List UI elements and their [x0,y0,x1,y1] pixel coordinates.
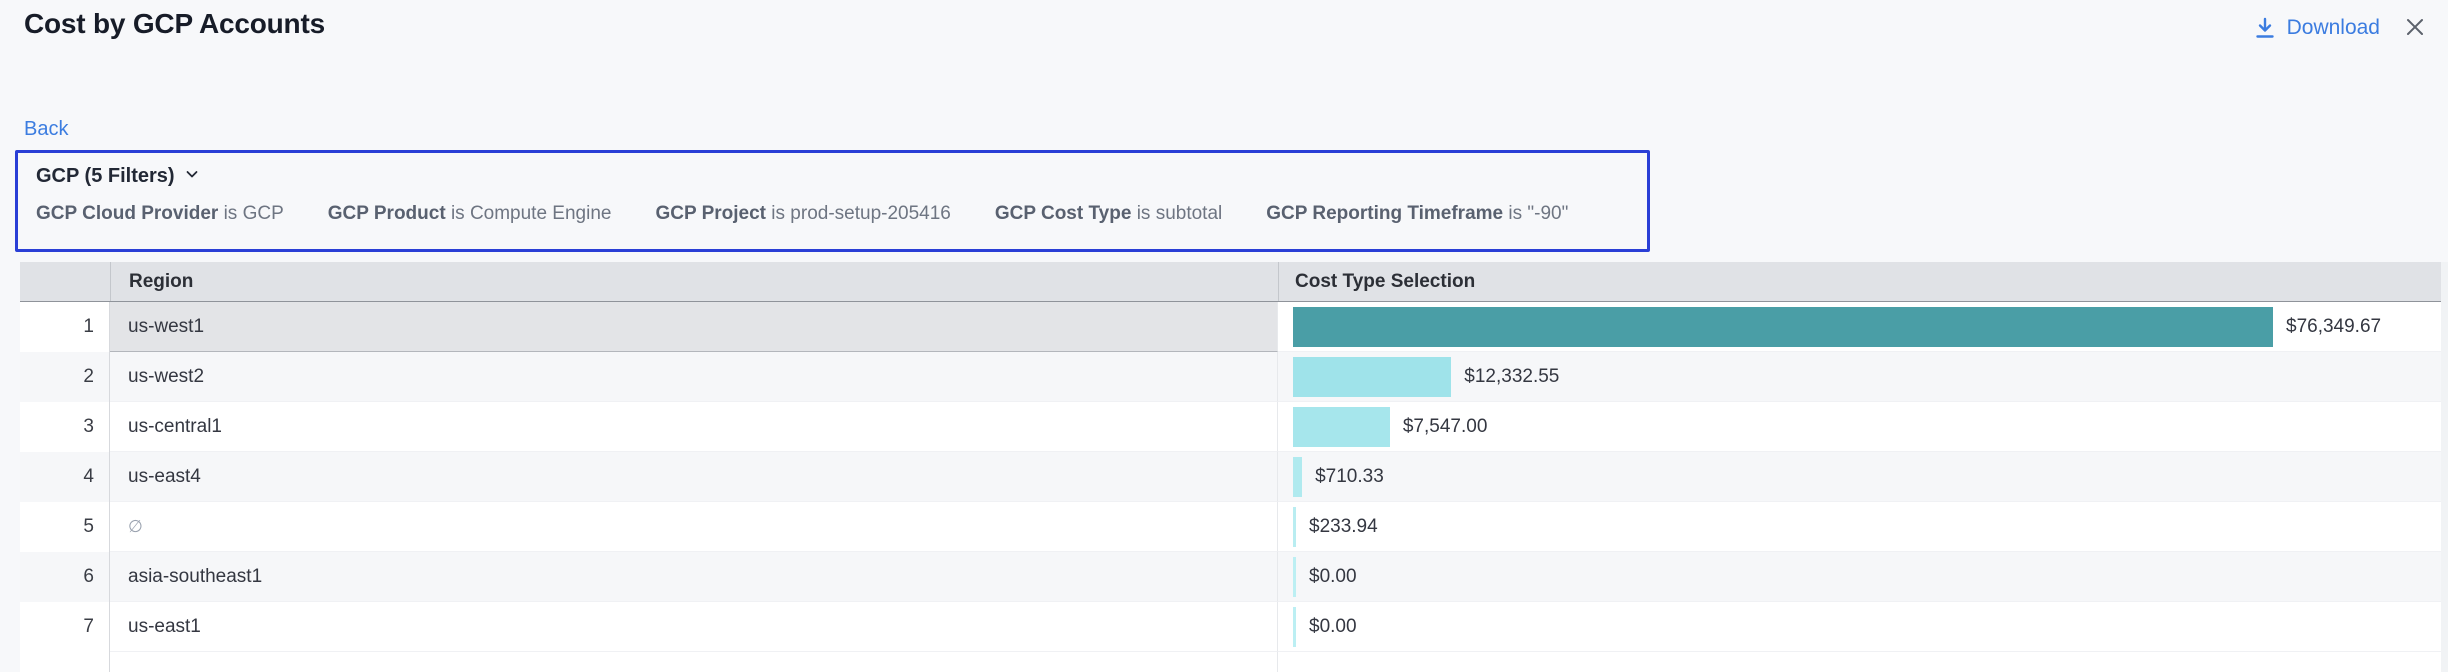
region-cell[interactable]: us-east4 [110,452,1278,502]
row-number-cell: 2 [20,352,110,402]
cost-bar-cell: $0.00 [1278,552,2448,602]
table-partial-row [20,652,2448,672]
cost-bar-cell: $710.33 [1278,452,2448,502]
table-row[interactable]: 5 ∅ $233.94 [20,502,2448,552]
filter-condition-item[interactable]: GCP Product is Compute Engine [328,203,612,225]
cost-bar[interactable] [1293,357,1451,397]
cost-bar[interactable] [1293,557,1296,597]
table-row[interactable]: 1 us-west1 $76,349.67 [20,302,2448,352]
table-row[interactable]: 3 us-central1 $7,547.00 [20,402,2448,452]
filter-field-condition: is subtotal [1137,203,1223,224]
cost-bar-cell: $0.00 [1278,602,2448,652]
filter-field-condition: is "-90" [1508,203,1568,224]
filter-summary-label: GCP (5 Filters) [36,165,175,188]
page-title: Cost by GCP Accounts [24,8,325,40]
cost-value-label: $7,547.00 [1403,416,1488,438]
filter-field-condition: is GCP [224,203,284,224]
row-number-cell: 1 [20,302,110,352]
cost-bar[interactable] [1293,407,1390,447]
region-cell[interactable]: us-west1 [110,302,1278,352]
filter-condition-item[interactable]: GCP Cloud Provider is GCP [36,203,284,225]
region-cell[interactable]: us-east1 [110,602,1278,652]
cost-bar-cell: $12,332.55 [1278,352,2448,402]
cost-bar-cell: $7,547.00 [1278,402,2448,452]
cost-bar-cell: $76,349.67 [1278,302,2448,352]
table-row[interactable]: 6 asia-southeast1 $0.00 [20,552,2448,602]
cost-by-gcp-accounts-panel: { "header": { "title": "Cost by GCP Acco… [0,0,2448,672]
close-button[interactable] [2400,14,2430,44]
download-button[interactable]: Download [2253,16,2380,40]
filter-field-condition: is prod-setup-205416 [771,203,951,224]
cost-value-label: $0.00 [1309,566,1357,588]
filter-field-name: GCP Project [655,203,766,224]
filter-field-name: GCP Cost Type [995,203,1132,224]
vertical-scrollbar-track[interactable] [2441,262,2448,672]
row-number-cell: 5 [20,502,110,552]
region-cell[interactable]: us-central1 [110,402,1278,452]
region-column-header[interactable]: Region [110,262,1278,301]
cost-value-label: $76,349.67 [2286,316,2381,338]
row-number-cell: 6 [20,552,110,602]
cost-value-label: $233.94 [1309,516,1378,538]
row-number-cell: 3 [20,402,110,452]
cost-bar[interactable] [1293,457,1302,497]
region-cell[interactable]: asia-southeast1 [110,552,1278,602]
filter-condition-item[interactable]: GCP Cost Type is subtotal [995,203,1222,225]
chevron-down-icon [184,165,200,188]
close-icon [2403,15,2427,44]
table-row[interactable]: 7 us-east1 $0.00 [20,602,2448,652]
table-row[interactable]: 2 us-west2 $12,332.55 [20,352,2448,402]
table-body: 1 us-west1 $76,349.67 2 us-west2 $12,332… [20,302,2448,652]
row-number-cell: 4 [20,452,110,502]
table-header-row: Region Cost Type Selection [20,262,2448,302]
download-label: Download [2287,16,2380,40]
filter-field-name: GCP Product [328,203,446,224]
row-number-cell: 7 [20,602,110,652]
cost-bar[interactable] [1293,307,2273,347]
filter-field-name: GCP Reporting Timeframe [1266,203,1503,224]
cost-type-selection-column-header[interactable]: Cost Type Selection [1278,262,2448,301]
filter-conditions: GCP Cloud Provider is GCP GCP Product is… [36,203,1629,225]
region-cell[interactable]: ∅ [110,502,1278,552]
table-row[interactable]: 4 us-east4 $710.33 [20,452,2448,502]
region-cell[interactable]: us-west2 [110,352,1278,402]
back-link[interactable]: Back [24,118,68,141]
filter-condition-item[interactable]: GCP Project is prod-setup-205416 [655,203,950,225]
download-icon [2253,16,2277,40]
filter-field-condition: is Compute Engine [451,203,612,224]
cost-table: Region Cost Type Selection 1 us-west1 $7… [20,262,2448,672]
filter-summary-toggle[interactable]: GCP (5 Filters) [36,165,200,188]
cost-bar[interactable] [1293,507,1296,547]
row-number-column-header [20,262,110,301]
cost-value-label: $12,332.55 [1464,366,1559,388]
cost-value-label: $710.33 [1315,466,1384,488]
cost-value-label: $0.00 [1309,616,1357,638]
filter-condition-item[interactable]: GCP Reporting Timeframe is "-90" [1266,203,1568,225]
cost-bar[interactable] [1293,607,1296,647]
filter-field-name: GCP Cloud Provider [36,203,218,224]
cost-bar-cell: $233.94 [1278,502,2448,552]
filter-box: GCP (5 Filters) GCP Cloud Provider is GC… [15,150,1650,252]
